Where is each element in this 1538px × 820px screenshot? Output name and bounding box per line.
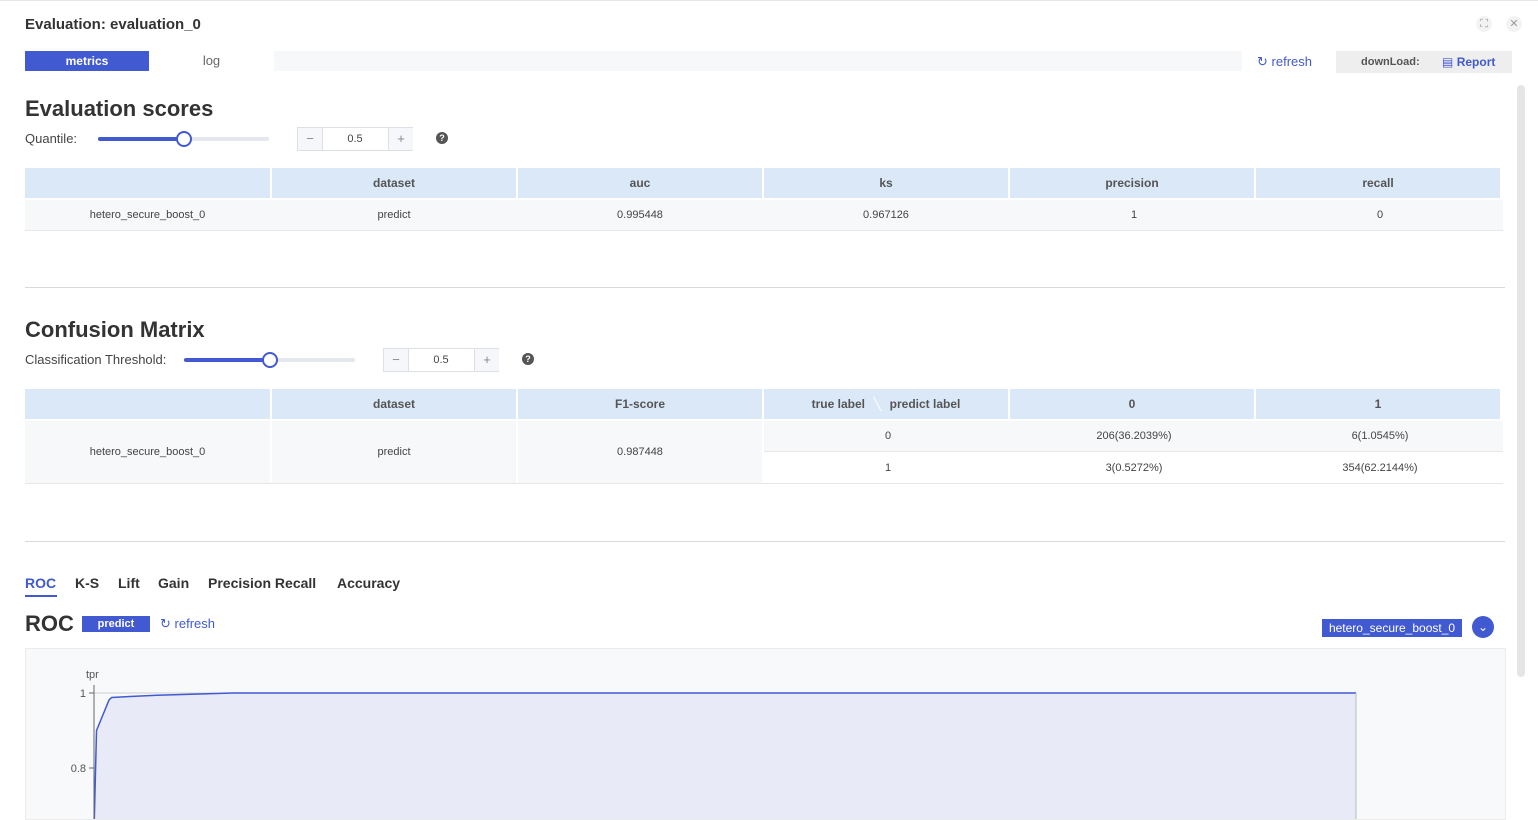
top-border xyxy=(0,0,1538,1)
threshold-decrement-button[interactable]: − xyxy=(384,349,409,371)
y-axis-label: tpr xyxy=(86,669,99,681)
threshold-slider-handle[interactable] xyxy=(262,352,278,368)
roc-chart-panel: tpr 1 0.8 xyxy=(25,648,1506,820)
true-label-header: true label xyxy=(811,397,865,411)
table-cell: predict xyxy=(377,446,411,458)
y-tick-label: 0.8 xyxy=(71,763,86,775)
download-label: downLoad: xyxy=(1361,56,1420,68)
refresh-label: refresh xyxy=(174,616,215,631)
tab-accuracy[interactable]: Accuracy xyxy=(337,575,400,591)
quantile-stepper: − 0.5 + xyxy=(297,127,413,151)
help-icon[interactable]: ? xyxy=(522,353,534,365)
tab-roc[interactable]: ROC xyxy=(25,575,56,591)
table-cell: 1 xyxy=(1130,209,1138,221)
table-header-cell xyxy=(25,168,270,198)
scrollbar-thumb[interactable] xyxy=(1517,85,1525,677)
table-cell: 3(0.5272%) xyxy=(1105,462,1163,474)
threshold-input[interactable]: 0.5 xyxy=(409,349,473,371)
table-header-cell: precision xyxy=(1010,168,1254,198)
refresh-label: refresh xyxy=(1271,54,1312,69)
refresh-button[interactable]: ↻ refresh xyxy=(1257,54,1312,70)
roc-refresh-button[interactable]: ↻ refresh xyxy=(160,616,215,632)
table-cell: predict xyxy=(377,209,411,221)
window-title: Evaluation: evaluation_0 xyxy=(25,16,201,33)
table-cell: 354(62.2144%) xyxy=(1342,462,1418,474)
roc-title: ROC xyxy=(25,611,74,636)
evaluation-scores-title: Evaluation scores xyxy=(25,96,214,121)
tab-strip xyxy=(274,51,1242,71)
section-divider xyxy=(25,287,1505,288)
table-cell: 0.995448 xyxy=(617,209,663,221)
table-cell: 0 xyxy=(884,430,892,442)
threshold-increment-button[interactable]: + xyxy=(474,349,499,371)
table-cell: hetero_secure_boost_0 xyxy=(89,446,206,458)
quantile-increment-button[interactable]: + xyxy=(388,128,413,150)
table-header-cell xyxy=(25,389,270,419)
document-icon: ▤ xyxy=(1442,55,1454,69)
table-cell: 0.967126 xyxy=(863,209,909,221)
confusion-matrix-title: Confusion Matrix xyxy=(25,317,205,342)
roc-area xyxy=(94,693,1356,819)
predict-label-header: predict label xyxy=(889,397,961,411)
table-header-cell: ks xyxy=(764,168,1008,198)
quantile-input[interactable]: 0.5 xyxy=(323,128,387,150)
y-tick-label: 1 xyxy=(80,688,86,700)
roc-chart: tpr1 0.8 xyxy=(71,669,1357,819)
table-cell: 6(1.0545%) xyxy=(1351,430,1409,442)
table-header-cell: dataset xyxy=(272,168,516,198)
section-divider xyxy=(25,541,1505,542)
threshold-label: Classification Threshold: xyxy=(25,352,167,367)
diagonal-divider: ╲ xyxy=(873,397,881,411)
model-select[interactable]: hetero_secure_boost_0 xyxy=(1322,619,1462,637)
table-header-cell: 0 xyxy=(1010,389,1254,419)
table-header-cell: auc xyxy=(518,168,762,198)
table-header-cell: 1 xyxy=(1256,389,1500,419)
threshold-slider-fill xyxy=(184,358,269,362)
help-icon[interactable]: ? xyxy=(436,132,448,144)
refresh-icon: ↻ xyxy=(160,616,171,631)
tab-metrics[interactable]: metrics xyxy=(25,51,149,71)
table-header-cell: dataset xyxy=(272,389,516,419)
quantile-slider-handle[interactable] xyxy=(176,131,192,147)
tab-gain[interactable]: Gain xyxy=(158,575,189,591)
report-button[interactable]: ▤ Report xyxy=(1442,55,1495,69)
table-cell: 0 xyxy=(1376,209,1384,221)
report-label: Report xyxy=(1456,55,1496,69)
close-icon[interactable]: ✕ xyxy=(1506,16,1522,32)
chevron-down-icon[interactable]: ⌄ xyxy=(1472,616,1494,638)
quantile-decrement-button[interactable]: − xyxy=(298,128,323,150)
refresh-icon: ↻ xyxy=(1257,54,1268,69)
table-cell: 1 xyxy=(884,462,892,474)
table-header-cell: F1-score xyxy=(518,389,762,419)
quantile-label: Quantile: xyxy=(25,131,78,146)
tab-log[interactable]: log xyxy=(149,51,274,71)
tab-ks[interactable]: K-S xyxy=(75,575,99,591)
active-tab-underline xyxy=(25,595,57,597)
table-header-cell: recall xyxy=(1256,168,1500,198)
fullscreen-icon[interactable]: ⛶ xyxy=(1476,16,1492,32)
table-cell: hetero_secure_boost_0 xyxy=(89,209,206,221)
table-cell: 0.987448 xyxy=(617,446,663,458)
table-cell: 206(36.2039%) xyxy=(1096,430,1172,442)
tab-precision-recall[interactable]: Precision Recall xyxy=(208,575,316,591)
table-header-label-cell: true label ╲ predict label xyxy=(764,389,1008,419)
threshold-stepper: − 0.5 + xyxy=(383,348,499,372)
tab-lift[interactable]: Lift xyxy=(118,575,140,591)
dataset-badge: predict xyxy=(82,616,150,632)
quantile-slider-fill xyxy=(98,137,183,141)
